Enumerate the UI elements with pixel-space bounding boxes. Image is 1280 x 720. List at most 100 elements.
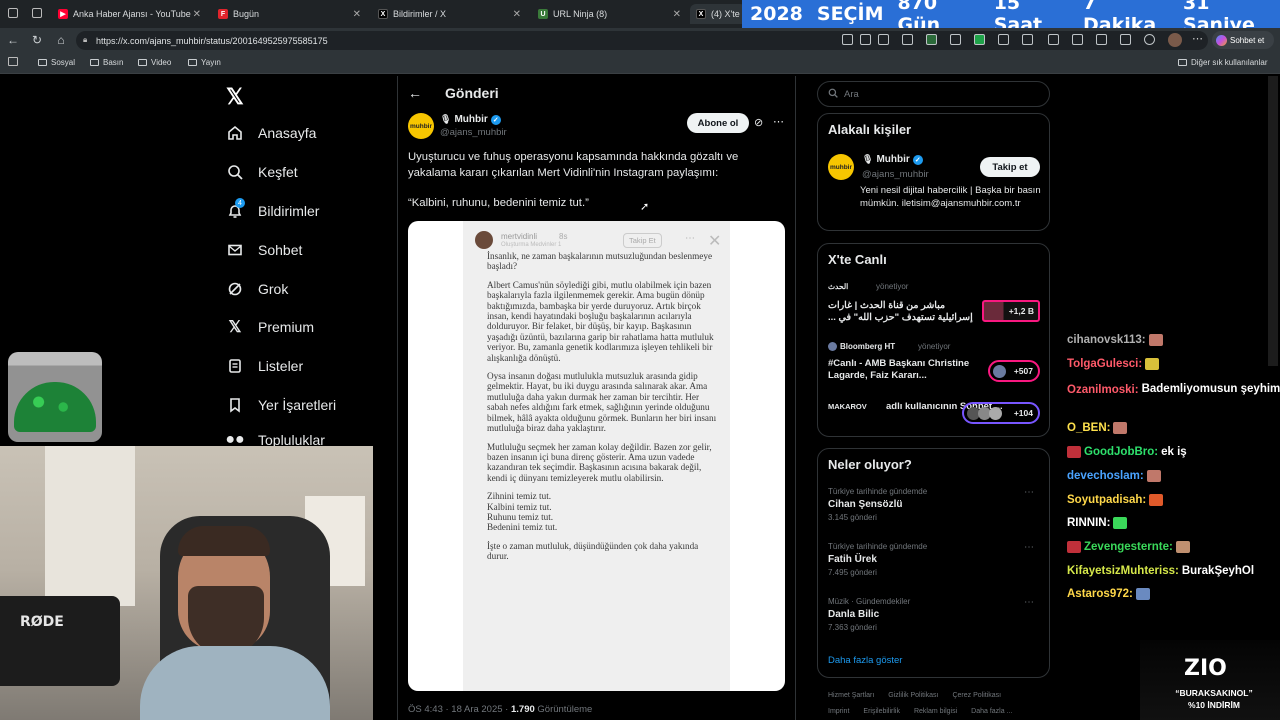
live-host: Bloomberg HT [840,342,896,351]
footer-link[interactable]: Gizlilik Politikası [888,692,938,699]
footer-link[interactable]: Hizmet Şartları [828,692,874,699]
nav-lists[interactable]: Listeler [226,357,303,375]
trend-item[interactable]: Türkiye tarihinde gündemde Fatih Ürek 7.… [828,542,1043,577]
author-name[interactable]: 🎙︎ Muhbir ✓ [440,114,501,125]
trend-item[interactable]: Müzik · Gündemdekiler Danla Bilic 7.363 … [828,597,1043,632]
author-handle[interactable]: @ajans_muhbir [440,127,507,138]
trend-item[interactable]: Türkiye tarihinde gündemde Cihan Şensözl… [828,487,1043,522]
extension-icon[interactable] [974,34,985,45]
reload-icon[interactable]: ↻ [30,33,44,47]
folder-icon [1178,59,1187,66]
tab-notifications[interactable]: X Bildirimler / X ✕ [372,4,527,24]
footer-link[interactable]: Daha fazla ... [971,708,1012,715]
avatar[interactable] [1168,33,1182,47]
tab-active-x[interactable]: X (4) X'te [690,4,746,24]
youtube-icon: ▶ [58,9,68,19]
live-item[interactable]: الحدث yönetiyor مباشر من قناة الحدث | غا… [828,282,1043,328]
close-icon[interactable]: ✕ [513,9,521,20]
follow-button[interactable]: Takip et [980,157,1040,177]
split-screen-icon[interactable] [1048,34,1059,45]
extension-icon[interactable] [902,34,913,45]
tab-title: Anka Haber Ajansı - YouTube [73,9,191,19]
x-logo-icon[interactable]: 𝕏 [226,84,244,110]
x-icon: X [378,9,388,19]
badge-icon [1067,541,1081,553]
tab-youtube[interactable]: ▶ Anka Haber Ajansı - YouTube ✕ [52,4,207,24]
tab-url-ninja[interactable]: U URL Ninja (8) ✕ [532,4,687,24]
profile-icon[interactable] [8,8,18,18]
footer-link[interactable]: Erişilebilirlik [863,708,900,715]
nav-explore[interactable]: Keşfet [226,163,298,181]
nav-grok[interactable]: Grok [226,280,288,298]
extensions-puzzle-icon[interactable] [1022,34,1033,45]
footer-link[interactable]: Reklam bilgisi [914,708,957,715]
live-role: yönetiyor [876,282,909,291]
live-item[interactable]: MAKAROV adlı kullanıcının Sohbet ... +10… [828,401,1043,432]
copilot-chat-button[interactable]: Sohbet et [1212,31,1274,49]
tab-bugun[interactable]: F Bugün ✕ [212,4,367,24]
footer-link[interactable]: Imprint [828,708,849,715]
nav-home[interactable]: Anasayfa [226,124,316,142]
more-icon[interactable]: ⋯ [1024,487,1034,498]
more-icon[interactable]: ⋯ [1024,542,1034,553]
extension-icon[interactable] [998,34,1009,45]
subscribe-button[interactable]: Abone ol [687,113,749,133]
grok-icon[interactable]: ⊘ [754,116,763,129]
collections-icon[interactable] [1096,34,1107,45]
more-icon[interactable]: ⋯ [1192,32,1203,45]
app-icon[interactable] [842,34,853,45]
footer-link[interactable]: Çerez Politikası [952,692,1001,699]
more-icon[interactable]: ⋯ [1024,597,1034,608]
nav-label: Premium [258,319,315,335]
extension-icon[interactable] [950,34,961,45]
favorite-star-icon[interactable] [878,34,889,45]
bookmark-folder[interactable]: Basın [90,58,123,67]
hair-graphic [178,526,270,556]
post-timestamp: ÖS 4:43 · 18 Ara 2025 · [408,704,511,715]
notification-badge: 4 [235,198,245,208]
avatar[interactable]: muhbir [828,154,854,180]
nav-chat[interactable]: Sohbet [226,241,302,259]
avatar[interactable]: muhbir [408,113,434,139]
nav-premium[interactable]: 𝕏 Premium [226,318,314,336]
nav-communities[interactable]: ●● Topluluklar [226,434,325,446]
chat-message: GoodJobBro: ek iş [1067,446,1187,458]
workspaces-icon[interactable] [32,8,42,18]
back-arrow-icon[interactable]: ← [408,85,422,101]
more-icon[interactable]: ⋯ [773,115,784,128]
url-ninja-icon: U [538,9,548,19]
trend-context: Türkiye tarihinde gündemde [828,542,928,551]
live-text: مباشر من قناة الحدث | غارات إسرائيلية تس… [828,300,973,323]
scrollbar[interactable] [1268,76,1278,366]
bookmark-folder[interactable]: Yayın [188,58,221,67]
live-item[interactable]: Bloomberg HT yönetiyor #Canlı - AMB Başk… [828,342,1043,388]
close-icon[interactable]: ✕ [673,9,681,20]
close-icon[interactable]: ✕ [708,231,721,251]
close-icon[interactable]: ✕ [193,9,201,20]
other-bookmarks[interactable]: Diğer sık kullanılanlar [1178,58,1267,67]
post-image[interactable]: mertvidinli 8s Oluşturma Medvinler 1 Tak… [408,221,785,691]
bookmark-icon [226,396,244,414]
search-input[interactable]: Ara [817,81,1050,107]
close-icon[interactable]: ✕ [353,9,361,20]
browser-essentials-icon[interactable] [1120,34,1131,45]
home-icon[interactable]: ⌂ [54,33,68,47]
bookmark-folder[interactable]: Sosyal [38,58,75,67]
back-icon[interactable]: ← [6,33,20,47]
story-paragraph: Oysa insanın doğası mutlulukla mutsuzluk… [487,371,717,434]
show-more-link[interactable]: Daha fazla göster [828,655,902,666]
chat-message: Soyutpadisah: [1067,494,1164,506]
live-on-x-card: X'te Canlı الحدث yönetiyor مباشر من قناة… [817,243,1050,437]
sidebar-toggle-icon[interactable] [8,57,18,66]
address-bar[interactable]: 🔒︎ https://x.com/ajans_muhbir/status/200… [76,31,1208,50]
related-name[interactable]: 🎙︎ Muhbir ✓ [862,154,923,165]
extension-icon[interactable] [926,34,937,45]
trends-title: Neler oluyor? [828,457,912,472]
read-aloud-icon[interactable] [860,34,871,45]
nav-notifications[interactable]: 4 Bildirimler [226,198,319,220]
bookmark-folder[interactable]: Video [138,58,171,67]
post-text: Uyuşturucu ve fuhuş operasyonu kapsamınd… [408,151,739,179]
favorites-icon[interactable] [1072,34,1083,45]
nav-bookmarks[interactable]: Yer İşaretleri [226,396,336,414]
downloads-icon[interactable] [1144,34,1155,45]
